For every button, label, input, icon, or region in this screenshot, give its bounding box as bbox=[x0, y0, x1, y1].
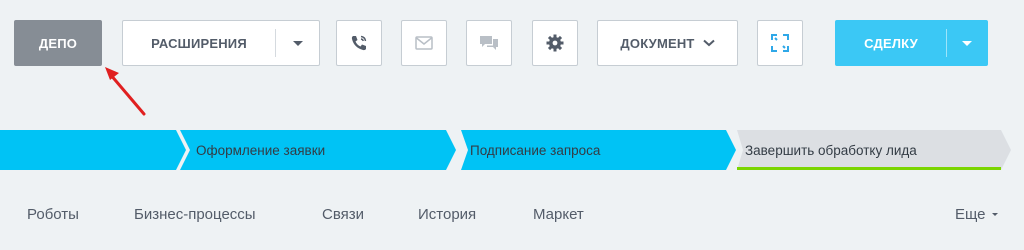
chevron-down-icon bbox=[702, 39, 715, 47]
stage-label: Подписание запроса bbox=[470, 143, 601, 158]
email-button[interactable] bbox=[401, 20, 447, 66]
caret-down-icon bbox=[292, 40, 303, 46]
tab-links[interactable]: Связи bbox=[322, 206, 364, 223]
document-button-label: ДОКУМЕНТ bbox=[620, 35, 695, 51]
tab-more[interactable]: Еще bbox=[955, 206, 998, 223]
deal-dropdown-toggle[interactable] bbox=[947, 40, 987, 46]
convert-icon bbox=[769, 32, 791, 54]
caret-down-icon bbox=[962, 40, 972, 46]
chat-button[interactable] bbox=[466, 20, 512, 66]
mail-icon bbox=[415, 36, 433, 50]
toolbar: ДЕПО РАСШИРЕНИЯ ДОКУМЕНТ СДЕЛКУ bbox=[0, 0, 1024, 90]
tab-more-label: Еще bbox=[955, 206, 986, 223]
annotation-arrow-icon bbox=[105, 67, 146, 116]
tab-business-processes[interactable]: Бизнес-процессы bbox=[134, 206, 256, 223]
extensions-button-label: РАСШИРЕНИЯ bbox=[151, 35, 247, 51]
stage-item[interactable]: Подписание запроса bbox=[456, 130, 736, 170]
depo-button-label: ДЕПО bbox=[38, 35, 78, 51]
extensions-dropdown-toggle[interactable] bbox=[276, 40, 319, 46]
stage-item[interactable] bbox=[0, 130, 186, 170]
stage-shape bbox=[0, 130, 186, 170]
stage-item[interactable]: Завершить обработку лида bbox=[733, 130, 1011, 170]
chat-icon bbox=[479, 34, 499, 52]
tab-robots[interactable]: Роботы bbox=[27, 206, 79, 223]
call-button[interactable] bbox=[336, 20, 382, 66]
create-deal-button-label: СДЕЛКУ bbox=[864, 35, 918, 51]
caret-down-icon bbox=[991, 213, 998, 216]
lead-stage-bar: Оформление заявки Подписание запроса Зав… bbox=[0, 130, 1024, 170]
stage-label: Оформление заявки bbox=[196, 143, 326, 158]
detail-tabs: Роботы Бизнес-процессы Связи История Мар… bbox=[0, 196, 1024, 240]
tab-history[interactable]: История bbox=[418, 206, 476, 223]
stage-label: Завершить обработку лида bbox=[745, 143, 917, 158]
tab-market[interactable]: Маркет bbox=[533, 206, 584, 223]
document-button[interactable]: ДОКУМЕНТ bbox=[597, 20, 738, 66]
stage-item[interactable]: Оформление заявки bbox=[180, 130, 456, 170]
gear-icon bbox=[545, 33, 565, 53]
create-deal-button[interactable]: СДЕЛКУ bbox=[835, 20, 988, 66]
depo-button[interactable]: ДЕПО bbox=[14, 20, 102, 66]
convert-button[interactable] bbox=[757, 20, 803, 66]
extensions-button[interactable]: РАСШИРЕНИЯ bbox=[122, 20, 320, 66]
phone-icon bbox=[349, 33, 369, 53]
settings-button[interactable] bbox=[532, 20, 578, 66]
